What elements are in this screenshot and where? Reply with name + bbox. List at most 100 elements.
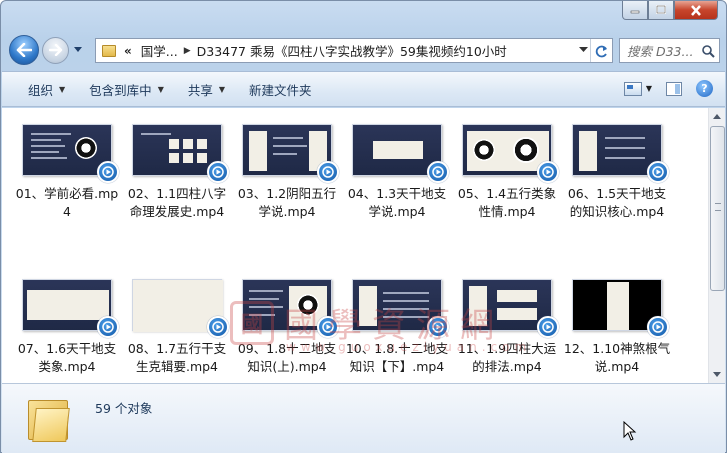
play-icon	[322, 321, 334, 333]
video-thumbnail	[352, 279, 449, 338]
preview-pane-icon[interactable]	[666, 81, 682, 96]
file-item[interactable]: 03、1.2阴阳五行学说.mp4	[232, 124, 342, 221]
recent-pages-dropdown[interactable]	[73, 45, 83, 55]
play-icon	[542, 166, 554, 178]
file-item[interactable]: 02、1.1四柱八字命理发展史.mp4	[122, 124, 232, 221]
file-name: 08、1.7五行干支生克辑要.mp4	[127, 341, 227, 374]
file-item[interactable]: 10、1.8.十二地支知识【下】.mp4	[342, 279, 452, 376]
share-label: 共享	[187, 82, 213, 98]
minimize-button[interactable]	[622, 1, 648, 20]
scroll-up-button[interactable]	[709, 108, 725, 125]
search-icon[interactable]	[701, 44, 715, 58]
back-button[interactable]	[9, 35, 39, 65]
search-input[interactable]: 搜索 D33...	[627, 41, 701, 60]
breadcrumb-segment-current[interactable]: D33477 乘易《四柱八字实战教学》59集视频约10小时	[197, 41, 507, 60]
media-player-icon	[427, 161, 449, 183]
file-name: 01、学前必看.mp4	[15, 186, 119, 219]
file-name: 05、1.4五行类象性情.mp4	[457, 186, 557, 219]
thumb-line	[31, 133, 71, 135]
view-options-dropdown-icon[interactable]: ▼	[646, 84, 652, 93]
help-icon[interactable]: ?	[696, 80, 713, 97]
details-pane: 59 个对象	[2, 383, 725, 453]
thumb-panel	[249, 131, 267, 171]
organize-menu[interactable]: 组织 ▼	[2, 72, 77, 106]
video-thumbnail	[22, 124, 119, 183]
file-item[interactable]: 12、1.10神煞根气说.mp4	[562, 279, 672, 376]
video-thumbnail	[352, 124, 449, 183]
folder-icon	[28, 396, 70, 442]
thumb-line	[31, 145, 65, 147]
include-library-label: 包含到库中	[89, 82, 152, 98]
address-dropdown-icon[interactable]	[579, 47, 588, 53]
chevron-down-icon: ▼	[218, 84, 226, 94]
taiji-icon	[473, 139, 495, 161]
media-player-icon	[427, 316, 449, 338]
new-folder-button[interactable]: 新建文件夹	[237, 72, 324, 106]
breadcrumb-segment[interactable]: 国学...	[141, 41, 178, 60]
media-player-icon	[647, 316, 669, 338]
thumb-line	[383, 308, 429, 310]
vertical-scrollbar[interactable]	[708, 108, 725, 383]
address-bar[interactable]: « 国学... ▶ D33477 乘易《四柱八字实战教学》59集视频约10小时	[95, 38, 613, 63]
file-item[interactable]: 11、1.9四柱大运的排法.mp4	[452, 279, 562, 376]
video-thumbnail	[22, 279, 119, 338]
video-thumbnail	[572, 124, 669, 183]
taiji-icon	[75, 137, 97, 159]
file-name: 09、1.8十二地支知识(上).mp4	[237, 341, 337, 374]
include-in-library-menu[interactable]: 包含到库中 ▼	[77, 72, 176, 106]
address-overflow[interactable]: «	[124, 44, 132, 58]
file-item[interactable]: 09、1.8十二地支知识(上).mp4	[232, 279, 342, 376]
thumb-panel	[359, 286, 377, 326]
thumb-line	[249, 306, 283, 308]
video-thumbnail	[242, 279, 339, 338]
media-player-icon	[317, 161, 339, 183]
minimize-icon	[630, 10, 640, 14]
file-name: 10、1.8.十二地支知识【下】.mp4	[345, 341, 449, 374]
search-box[interactable]: 搜索 D33...	[619, 38, 720, 63]
thumb-panel	[197, 139, 207, 149]
organize-label: 组织	[28, 82, 54, 98]
window-controls	[622, 1, 718, 20]
thumb-line	[605, 137, 645, 139]
video-thumbnail	[572, 279, 669, 338]
share-menu[interactable]: 共享 ▼	[176, 72, 237, 106]
scrollbar-thumb[interactable]	[710, 126, 725, 291]
file-name: 12、1.10神煞根气说.mp4	[563, 341, 671, 374]
play-icon	[212, 166, 224, 178]
close-button[interactable]	[674, 1, 718, 20]
file-item[interactable]: 05、1.4五行类象性情.mp4	[452, 124, 562, 221]
navigation-buttons	[9, 35, 83, 65]
file-item[interactable]: 04、1.3天干地支学说.mp4	[342, 124, 452, 221]
media-player-icon	[97, 161, 119, 183]
forward-arrow-icon	[48, 44, 62, 56]
thumb-line	[383, 300, 429, 302]
thumb-line	[273, 145, 307, 147]
chevron-down-icon: ▼	[59, 84, 66, 94]
file-item[interactable]: 06、1.5天干地支的知识核心.mp4	[562, 124, 672, 221]
thumb-line	[31, 157, 67, 159]
video-thumbnail	[242, 124, 339, 183]
explorer-window: « 国学... ▶ D33477 乘易《四柱八字实战教学》59集视频约10小时 …	[0, 0, 727, 453]
file-item[interactable]: 08、1.7五行干支生克辑要.mp4	[122, 279, 232, 376]
maximize-button[interactable]	[648, 1, 674, 20]
taiji-icon	[513, 137, 539, 163]
new-folder-label: 新建文件夹	[249, 82, 312, 98]
change-view-icon[interactable]	[623, 81, 642, 96]
breadcrumb-separator-icon[interactable]: ▶	[184, 46, 191, 56]
thumb-panel	[183, 153, 193, 163]
thumb-panel	[579, 131, 597, 171]
refresh-button[interactable]	[590, 39, 612, 62]
file-list[interactable]: 01、学前必看.mp4 02、1.1四柱八字命理发展史.mp4 03、1.2阴阳五行…	[2, 108, 708, 383]
forward-button[interactable]	[42, 36, 69, 64]
grip-icon	[715, 203, 721, 211]
media-player-icon	[537, 161, 559, 183]
file-name: 03、1.2阴阳五行学说.mp4	[237, 186, 337, 219]
file-item[interactable]: 01、学前必看.mp4	[12, 124, 122, 221]
refresh-icon	[595, 45, 607, 57]
thumb-panel	[607, 282, 629, 330]
scroll-down-button[interactable]	[709, 366, 725, 383]
thumb-panel	[497, 290, 537, 302]
file-name: 07、1.6天干地支类象.mp4	[17, 341, 117, 374]
thumb-line	[273, 153, 297, 155]
file-item[interactable]: 07、1.6天干地支类象.mp4	[12, 279, 122, 376]
